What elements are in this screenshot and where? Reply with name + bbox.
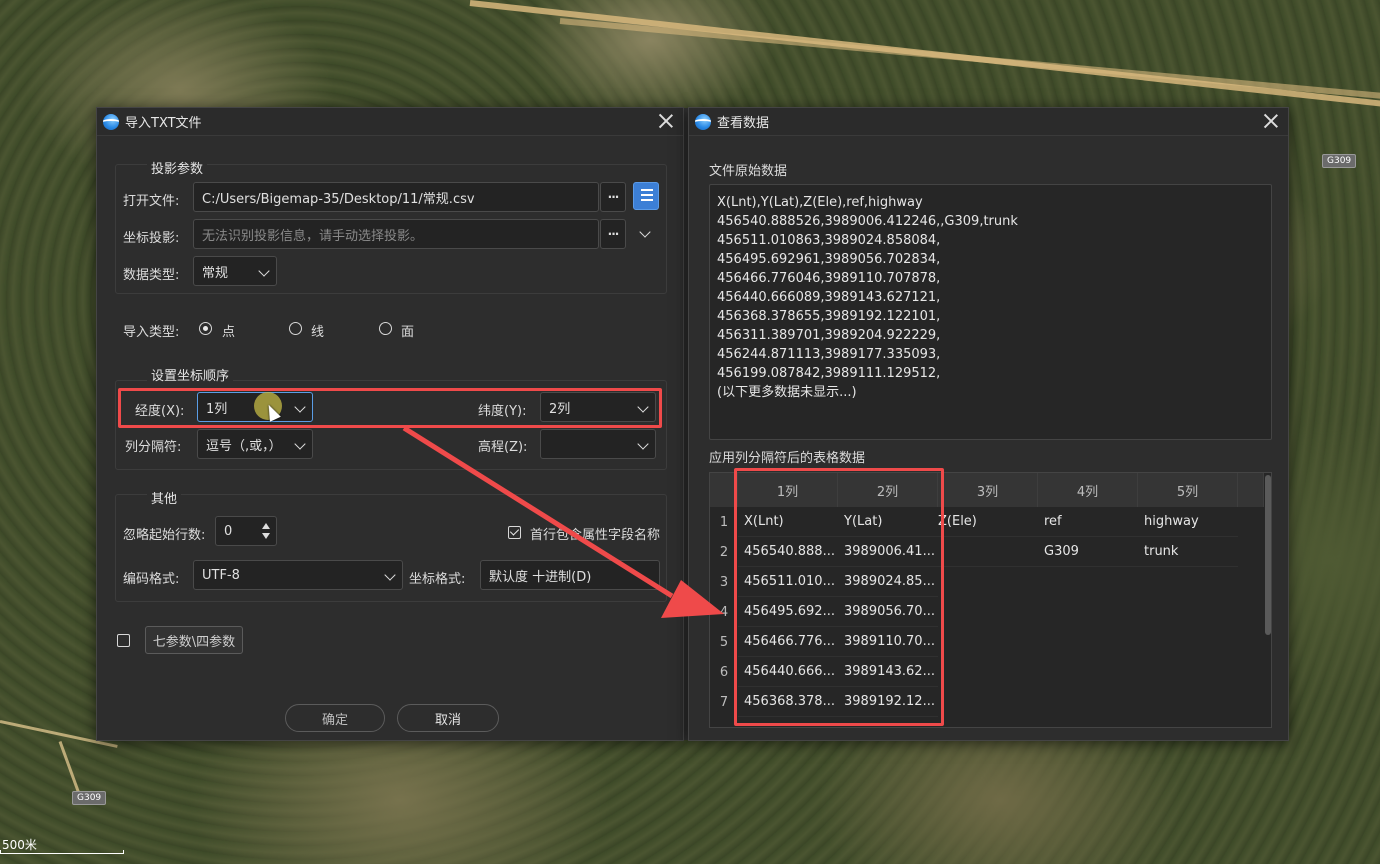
skip-rows-label: 忽略起始行数: xyxy=(123,528,206,543)
app-logo-icon xyxy=(103,113,119,130)
table-cell[interactable]: trunk xyxy=(1138,537,1238,567)
scale-bar xyxy=(0,850,124,854)
radio-line[interactable] xyxy=(289,322,302,335)
separator-label: 列分隔符: xyxy=(125,440,182,455)
import-type-label: 导入类型: xyxy=(123,325,180,340)
annotation-columns-box xyxy=(734,468,944,726)
raw-line: 456511.010863,3989024.858084, xyxy=(717,233,941,248)
view-dialog-titlebar[interactable]: 查看数据 xyxy=(689,108,1288,136)
coord-projection-input[interactable]: 无法识别投影信息，请手动选择投影。 xyxy=(193,219,599,249)
other-group-title: 其他 xyxy=(147,488,182,507)
road-badge: G309 xyxy=(72,791,107,805)
radio-polygon[interactable] xyxy=(379,322,392,335)
raw-data-box[interactable]: X(Lnt),Y(Lat),Z(Ele),ref,highway 456540.… xyxy=(709,184,1272,440)
col-header-3[interactable]: 3列 xyxy=(938,473,1038,507)
ok-button[interactable]: 确定 xyxy=(285,704,385,732)
map-road xyxy=(559,18,1380,100)
chevron-down-icon xyxy=(637,438,649,450)
file-list-icon[interactable] xyxy=(633,182,659,210)
coord-projection-label: 坐标投影: xyxy=(123,231,180,246)
col-header-4[interactable]: 4列 xyxy=(1038,473,1138,507)
import-dialog-title: 导入TXT文件 xyxy=(125,116,202,131)
encoding-value: UTF-8 xyxy=(202,567,240,583)
spin-down-icon[interactable] xyxy=(262,533,270,539)
open-file-input[interactable]: C:/Users/Bigemap-35/Desktop/11/常规.csv xyxy=(193,182,599,212)
map-scale: 500米 xyxy=(0,834,130,864)
raw-line: 456466.776046,3989110.707878, xyxy=(717,271,941,286)
radio-point-label[interactable]: 点 xyxy=(222,321,235,340)
skip-rows-spinbox[interactable]: 0 xyxy=(215,516,277,546)
projection-group-title: 投影参数 xyxy=(147,158,208,177)
data-type-select[interactable]: 常规 xyxy=(193,256,277,286)
chevron-down-icon xyxy=(294,438,306,450)
encoding-label: 编码格式: xyxy=(123,572,180,587)
separator-value: 逗号（,或，） xyxy=(206,438,282,454)
raw-line: 456495.692961,3989056.702834, xyxy=(717,252,941,267)
elevation-column-select[interactable] xyxy=(540,429,656,459)
raw-line: X(Lnt),Y(Lat),Z(Ele),ref,highway xyxy=(717,195,923,210)
skip-rows-value: 0 xyxy=(224,523,233,539)
col-header-extra xyxy=(1238,473,1264,507)
encoding-select[interactable]: UTF-8 xyxy=(193,560,403,590)
elevation-label: 高程(Z): xyxy=(478,440,528,455)
table-cell[interactable]: G309 xyxy=(1038,537,1138,567)
radio-line-label[interactable]: 线 xyxy=(311,321,324,340)
data-type-label: 数据类型: xyxy=(123,268,180,283)
raw-line: 456199.087842,3989111.129512, xyxy=(717,366,941,381)
col-header-5[interactable]: 5列 xyxy=(1138,473,1238,507)
spin-up-icon[interactable] xyxy=(262,523,270,529)
raw-data-title: 文件原始数据 xyxy=(709,164,788,179)
raw-line: (以下更多数据未显示...) xyxy=(717,385,857,400)
coord-order-group-title: 设置坐标顺序 xyxy=(147,365,234,384)
raw-line: 456440.666089,3989143.627121, xyxy=(717,290,941,305)
radio-point[interactable] xyxy=(199,322,212,335)
radio-polygon-label[interactable]: 面 xyxy=(401,321,414,340)
map-road xyxy=(58,740,82,799)
browse-file-button[interactable]: ··· xyxy=(600,182,626,212)
open-file-label: 打开文件: xyxy=(123,194,180,209)
table-cell[interactable]: highway xyxy=(1138,507,1238,537)
annotation-coord-box xyxy=(118,388,662,428)
raw-line: 456311.389701,3989204.922229, xyxy=(717,328,941,343)
separator-select[interactable]: 逗号（,或，） xyxy=(197,429,313,459)
raw-line: 456368.378655,3989192.122101, xyxy=(717,309,941,324)
data-type-value: 常规 xyxy=(202,265,229,281)
seven-param-checkbox[interactable] xyxy=(117,634,130,647)
header-row-checkbox[interactable] xyxy=(508,526,521,539)
table-scrollbar[interactable] xyxy=(1265,475,1271,635)
coord-format-select[interactable]: 默认度 十进制(D) xyxy=(480,560,660,590)
table-cell[interactable]: Z(Ele) xyxy=(938,507,1038,537)
chevron-down-icon xyxy=(384,569,396,581)
app-logo-icon xyxy=(695,113,711,130)
road-badge: G309 xyxy=(1322,154,1357,168)
coord-format-label: 坐标格式: xyxy=(409,572,466,587)
table-cell[interactable]: ref xyxy=(1038,507,1138,537)
coord-format-value: 默认度 十进制(D) xyxy=(489,569,592,585)
header-row-checkbox-label[interactable]: 首行包含属性字段名称 xyxy=(530,524,660,543)
raw-line: 456244.871113,3989177.335093, xyxy=(717,347,941,362)
table-data-title: 应用列分隔符后的表格数据 xyxy=(709,451,866,466)
seven-param-button[interactable]: 七参数\四参数 xyxy=(145,626,243,654)
table-cell[interactable] xyxy=(938,537,1038,567)
view-dialog-title: 查看数据 xyxy=(717,116,770,131)
chevron-down-icon xyxy=(258,265,270,277)
import-dialog-titlebar[interactable]: 导入TXT文件 xyxy=(97,108,683,136)
choose-projection-button[interactable]: ··· xyxy=(600,219,626,249)
raw-line: 456540.888526,3989006.412246,,G309,trunk xyxy=(717,214,1018,229)
close-icon[interactable] xyxy=(1262,112,1280,130)
close-icon[interactable] xyxy=(657,112,675,130)
cancel-button[interactable]: 取消 xyxy=(397,704,499,732)
